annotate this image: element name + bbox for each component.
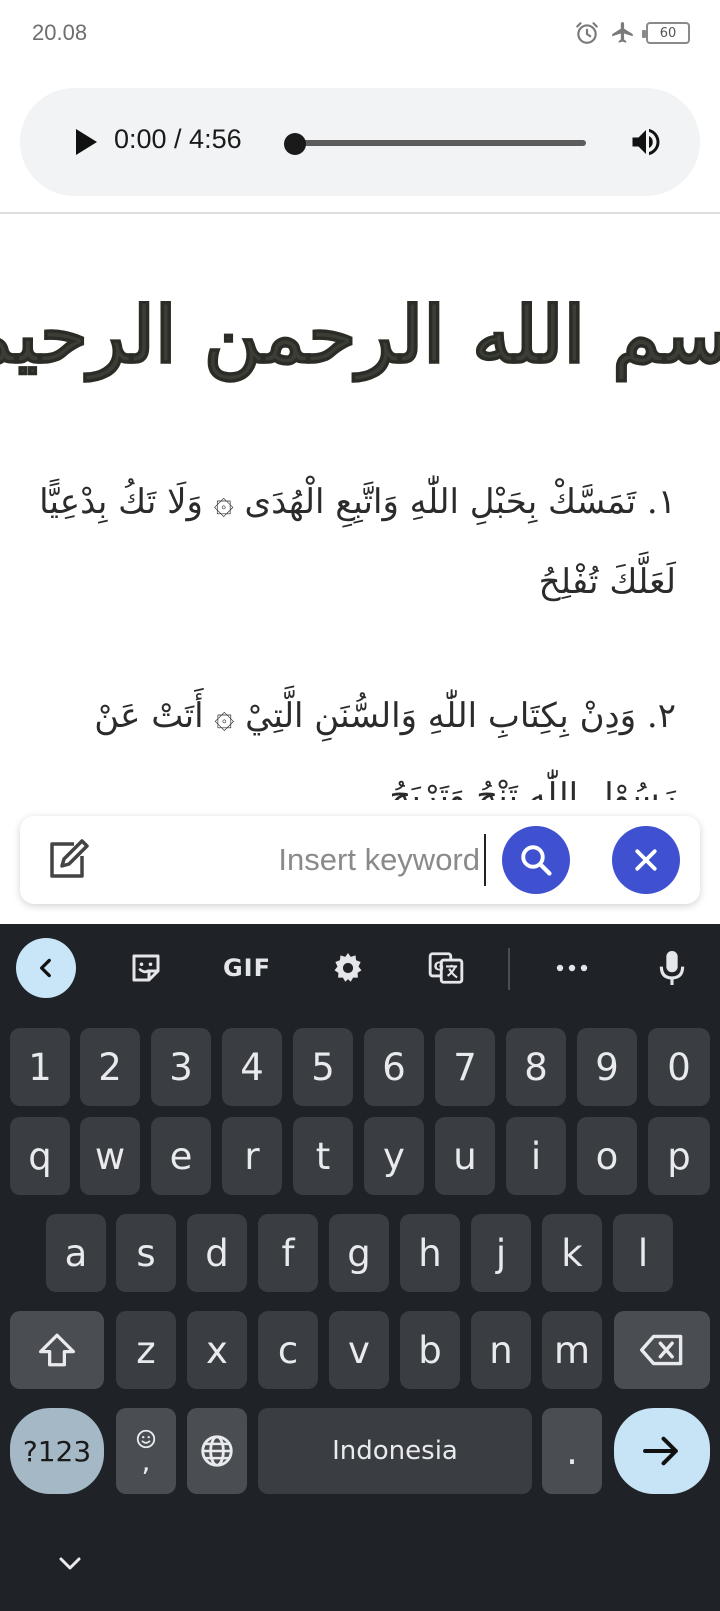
search-button[interactable] xyxy=(502,826,570,894)
playback-progress[interactable] xyxy=(284,133,586,155)
key-9[interactable]: 9 xyxy=(577,1028,637,1106)
key-w[interactable]: w xyxy=(80,1117,140,1195)
settings-button[interactable] xyxy=(326,946,370,990)
key-b[interactable]: b xyxy=(400,1311,460,1389)
key-e[interactable]: e xyxy=(151,1117,211,1195)
edit-icon[interactable] xyxy=(44,836,92,884)
search-bar xyxy=(20,816,700,904)
key-z[interactable]: z xyxy=(116,1311,176,1389)
symbols-key[interactable]: ?123 xyxy=(10,1408,104,1494)
key-7[interactable]: 7 xyxy=(435,1028,495,1106)
keyboard-toolbar: GIF G xyxy=(0,924,720,1012)
play-button[interactable] xyxy=(62,118,110,166)
key-l[interactable]: l xyxy=(613,1214,673,1292)
sticker-icon xyxy=(132,954,160,982)
key-3[interactable]: 3 xyxy=(151,1028,211,1106)
basmala-calligraphy: بسم الله الرحمن الرحيم xyxy=(0,240,720,430)
status-time: 20.08 xyxy=(32,20,88,45)
shift-key[interactable] xyxy=(10,1311,104,1389)
audio-player: 0:00 / 4:56 xyxy=(20,88,700,196)
period-key[interactable]: . xyxy=(542,1408,602,1494)
content-area[interactable]: بسم الله الرحمن الرحيم ١. تَمَسَّكْ بِحَ… xyxy=(0,214,720,800)
more-button[interactable] xyxy=(550,946,594,990)
key-0[interactable]: 0 xyxy=(648,1028,710,1106)
comma-label: , xyxy=(141,1445,151,1478)
backspace-key[interactable] xyxy=(614,1311,710,1389)
key-x[interactable]: x xyxy=(187,1311,247,1389)
settings-icon xyxy=(334,953,362,982)
airplane-icon xyxy=(612,22,633,43)
more-icon xyxy=(556,964,588,972)
basmala-text: بسم الله الرحمن الرحيم xyxy=(0,289,720,381)
key-8[interactable]: 8 xyxy=(506,1028,566,1106)
space-key[interactable]: Indonesia xyxy=(258,1408,532,1494)
play-icon xyxy=(76,129,97,155)
key-o[interactable]: o xyxy=(577,1117,637,1195)
search-icon xyxy=(521,845,552,876)
key-u[interactable]: u xyxy=(435,1117,495,1195)
chevron-down-icon[interactable] xyxy=(56,1554,84,1574)
backspace-icon xyxy=(640,1334,683,1366)
key-c[interactable]: c xyxy=(258,1311,318,1389)
key-1[interactable]: 1 xyxy=(10,1028,70,1106)
key-y[interactable]: y xyxy=(364,1117,424,1195)
key-2[interactable]: 2 xyxy=(80,1028,140,1106)
gif-button[interactable]: GIF xyxy=(222,946,272,990)
playback-time: 0:00 / 4:56 xyxy=(114,124,242,154)
key-j[interactable]: j xyxy=(471,1214,531,1292)
keyboard-collapse-button[interactable] xyxy=(16,938,76,998)
clear-button[interactable] xyxy=(612,826,680,894)
battery-icon: 60 xyxy=(642,22,690,44)
key-r[interactable]: r xyxy=(222,1117,282,1195)
key-i[interactable]: i xyxy=(506,1117,566,1195)
key-f[interactable]: f xyxy=(258,1214,318,1292)
keyboard: GIF G 1 2 3 4 5 6 7 8 9 0 q w e r t y u … xyxy=(0,924,720,1611)
key-s[interactable]: s xyxy=(116,1214,176,1292)
language-key[interactable] xyxy=(187,1408,247,1494)
key-6[interactable]: 6 xyxy=(364,1028,424,1106)
key-m[interactable]: m xyxy=(542,1311,602,1389)
key-n[interactable]: n xyxy=(471,1311,531,1389)
volume-button[interactable] xyxy=(624,120,668,164)
key-v[interactable]: v xyxy=(329,1311,389,1389)
key-d[interactable]: d xyxy=(187,1214,247,1292)
key-p[interactable]: p xyxy=(648,1117,710,1195)
volume-icon xyxy=(632,128,660,156)
globe-icon xyxy=(201,1435,233,1467)
sticker-button[interactable] xyxy=(124,946,168,990)
progress-thumb[interactable] xyxy=(284,133,306,155)
key-g[interactable]: g xyxy=(329,1214,389,1292)
enter-key[interactable] xyxy=(614,1408,710,1494)
status-icons: 60 xyxy=(574,20,690,46)
emoji-comma-key[interactable]: , xyxy=(116,1408,176,1494)
key-t[interactable]: t xyxy=(293,1117,353,1195)
chevron-left-icon xyxy=(40,958,51,978)
shift-icon xyxy=(39,1333,75,1367)
key-5[interactable]: 5 xyxy=(293,1028,353,1106)
svg-text:G: G xyxy=(434,958,444,973)
translate-button[interactable]: G xyxy=(424,946,468,990)
toolbar-separator xyxy=(508,948,510,990)
translate-icon: G xyxy=(428,952,464,984)
arrow-right-icon xyxy=(643,1436,678,1466)
verse-2: ٢. وَدِنْ بِكِتَابِ اللّٰهِ وَالسُّنَنِ … xyxy=(94,696,676,800)
verse-1: ١. تَمَسَّكْ بِحَبْلِ اللّٰهِ وَاتَّبِعِ… xyxy=(39,482,676,602)
key-k[interactable]: k xyxy=(542,1214,602,1292)
mic-icon xyxy=(659,951,685,985)
key-h[interactable]: h xyxy=(400,1214,460,1292)
close-icon xyxy=(635,849,657,871)
search-input[interactable] xyxy=(116,834,486,886)
key-a[interactable]: a xyxy=(46,1214,106,1292)
key-4[interactable]: 4 xyxy=(222,1028,282,1106)
status-bar: 20.08 60 xyxy=(0,0,720,72)
key-q[interactable]: q xyxy=(10,1117,70,1195)
alarm-icon xyxy=(576,22,598,44)
mic-button[interactable] xyxy=(650,946,694,990)
